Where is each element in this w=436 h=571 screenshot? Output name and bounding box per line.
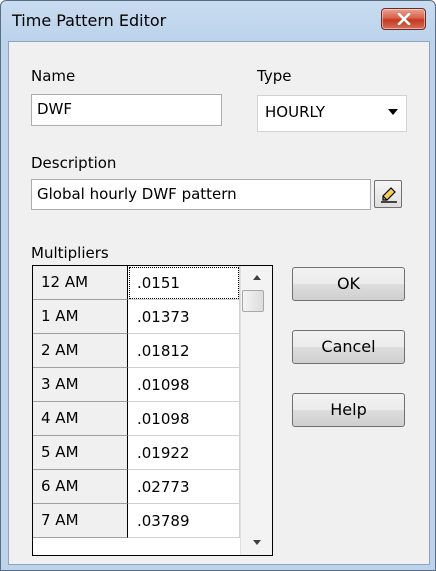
table-row: 1 AM .01373 — [33, 300, 240, 334]
multiplier-cell[interactable]: .02773 — [128, 470, 240, 504]
row-header: 1 AM — [33, 300, 128, 334]
row-header: 6 AM — [33, 470, 128, 504]
time-pattern-editor-window: Time Pattern Editor Name DWF Type HOURLY… — [0, 0, 436, 571]
scroll-up-arrow-icon[interactable] — [249, 270, 265, 286]
multipliers-grid[interactable]: 12 AM .0151 1 AM .01373 2 AM .01812 3 AM… — [32, 265, 273, 556]
multiplier-cell[interactable]: .01922 — [128, 436, 240, 470]
table-row: 3 AM .01098 — [33, 368, 240, 402]
close-icon — [397, 13, 411, 25]
row-header: 4 AM — [33, 402, 128, 436]
type-selected-value: HOURLY — [265, 103, 326, 121]
table-row: 6 AM .02773 — [33, 470, 240, 504]
multipliers-label: Multipliers — [31, 244, 109, 262]
help-button[interactable]: Help — [292, 393, 405, 427]
multiplier-cell[interactable]: .01098 — [128, 402, 240, 436]
multiplier-cell[interactable]: .01812 — [128, 334, 240, 368]
window-title: Time Pattern Editor — [12, 11, 167, 30]
vertical-scrollbar[interactable] — [240, 266, 272, 555]
chevron-down-icon — [388, 109, 398, 115]
description-input[interactable]: Global hourly DWF pattern — [31, 179, 371, 210]
ok-button[interactable]: OK — [292, 267, 405, 301]
row-header: 12 AM — [33, 266, 128, 300]
multiplier-cell[interactable]: .01098 — [128, 368, 240, 402]
type-label: Type — [257, 67, 292, 85]
row-header: 2 AM — [33, 334, 128, 368]
table-row: 2 AM .01812 — [33, 334, 240, 368]
row-header: 3 AM — [33, 368, 128, 402]
row-header: 7 AM — [33, 504, 128, 538]
table-row: 5 AM .01922 — [33, 436, 240, 470]
type-dropdown[interactable]: HOURLY — [257, 95, 407, 132]
close-button[interactable] — [381, 8, 426, 30]
dialog-client-area: Name DWF Type HOURLY Description Global … — [8, 41, 430, 565]
table-row: 12 AM .0151 — [33, 266, 240, 300]
table-row: 4 AM .01098 — [33, 402, 240, 436]
edit-pencil-icon — [381, 187, 397, 203]
title-bar[interactable]: Time Pattern Editor — [1, 1, 435, 41]
row-header: 5 AM — [33, 436, 128, 470]
scrollbar-thumb[interactable] — [242, 290, 264, 312]
multiplier-cell[interactable]: .03789 — [128, 504, 240, 538]
cancel-button[interactable]: Cancel — [292, 330, 405, 364]
description-edit-button[interactable] — [374, 180, 402, 208]
multiplier-cell[interactable]: .01373 — [128, 300, 240, 334]
table-row: 7 AM .03789 — [33, 504, 240, 538]
name-input[interactable]: DWF — [31, 94, 222, 126]
description-label: Description — [31, 154, 117, 172]
scroll-down-arrow-icon[interactable] — [249, 534, 265, 550]
multiplier-cell[interactable]: .0151 — [128, 266, 240, 300]
name-label: Name — [31, 67, 76, 85]
